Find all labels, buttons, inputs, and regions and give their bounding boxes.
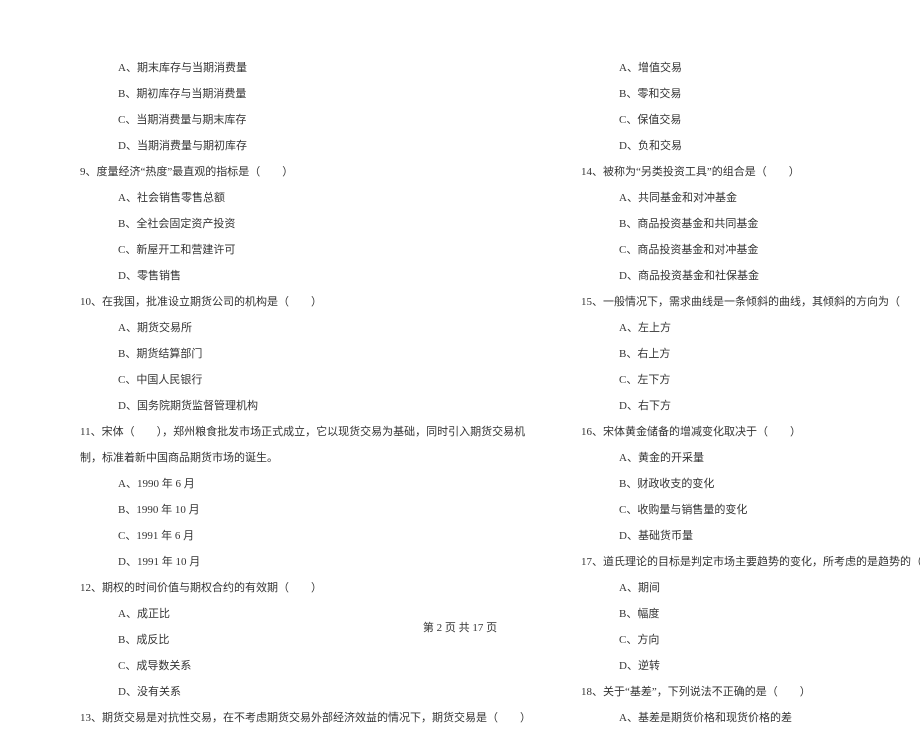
q13-option-a: A、增值交易 — [561, 55, 920, 81]
q16-option-b: B、财政收支的变化 — [561, 471, 920, 497]
page-footer: 第 2 页 共 17 页 — [0, 619, 920, 635]
q14-option-c: C、商品投资基金和对冲基金 — [561, 237, 920, 263]
q9-stem: 9、度量经济“热度”最直观的指标是（ ） — [60, 159, 531, 185]
q8-option-a: A、期末库存与当期消费量 — [60, 55, 531, 81]
q8-option-b: B、期初库存与当期消费量 — [60, 81, 531, 107]
q17-option-a: A、期间 — [561, 575, 920, 601]
q8-option-d: D、当期消费量与期初库存 — [60, 133, 531, 159]
q16-option-c: C、收购量与销售量的变化 — [561, 497, 920, 523]
q16-stem: 16、宋体黄金储备的增减变化取决于（ ） — [561, 419, 920, 445]
q13-option-c: C、保值交易 — [561, 107, 920, 133]
q9-option-c: C、新屋开工和营建许可 — [60, 237, 531, 263]
q10-stem: 10、在我国，批准设立期货公司的机构是（ ） — [60, 289, 531, 315]
q11-option-c: C、1991 年 6 月 — [60, 523, 531, 549]
q9-option-d: D、零售销售 — [60, 263, 531, 289]
q11-option-a: A、1990 年 6 月 — [60, 471, 531, 497]
q15-option-c: C、左下方 — [561, 367, 920, 393]
q14-option-b: B、商品投资基金和共同基金 — [561, 211, 920, 237]
q9-option-a: A、社会销售零售总额 — [60, 185, 531, 211]
q15-option-d: D、右下方 — [561, 393, 920, 419]
q17-option-d: D、逆转 — [561, 653, 920, 679]
q12-option-c: C、成导数关系 — [60, 653, 531, 679]
q8-option-c: C、当期消费量与期末库存 — [60, 107, 531, 133]
q13-stem: 13、期货交易是对抗性交易，在不考虑期货交易外部经济效益的情况下，期货交易是（ … — [60, 705, 531, 731]
q9-option-b: B、全社会固定资产投资 — [60, 211, 531, 237]
q16-option-d: D、基础货币量 — [561, 523, 920, 549]
q17-stem: 17、道氏理论的目标是判定市场主要趋势的变化，所考虑的是趋势的（ ） — [561, 549, 920, 575]
q13-option-d: D、负和交易 — [561, 133, 920, 159]
q12-option-d: D、没有关系 — [60, 679, 531, 705]
q18-option-a: A、基差是期货价格和现货价格的差 — [561, 705, 920, 731]
q11-option-b: B、1990 年 10 月 — [60, 497, 531, 523]
q10-option-d: D、国务院期货监督管理机构 — [60, 393, 531, 419]
q15-option-b: B、右上方 — [561, 341, 920, 367]
q14-option-d: D、商品投资基金和社保基金 — [561, 263, 920, 289]
q11-stem-line2: 制，标准着新中国商品期货市场的诞生。 — [60, 445, 531, 471]
q13-option-b: B、零和交易 — [561, 81, 920, 107]
q11-option-d: D、1991 年 10 月 — [60, 549, 531, 575]
q10-option-b: B、期货结算部门 — [60, 341, 531, 367]
q14-stem: 14、被称为“另类投资工具”的组合是（ ） — [561, 159, 920, 185]
q10-option-a: A、期货交易所 — [60, 315, 531, 341]
q12-stem: 12、期权的时间价值与期权合约的有效期（ ） — [60, 575, 531, 601]
q16-option-a: A、黄金的开采量 — [561, 445, 920, 471]
q11-stem-line1: 11、宋体（ ），郑州粮食批发市场正式成立，它以现货交易为基础，同时引入期货交易… — [60, 419, 531, 445]
q15-option-a: A、左上方 — [561, 315, 920, 341]
q10-option-c: C、中国人民银行 — [60, 367, 531, 393]
q18-stem: 18、关于“基差”，下列说法不正确的是（ ） — [561, 679, 920, 705]
q15-stem: 15、一般情况下，需求曲线是一条倾斜的曲线，其倾斜的方向为（ ） — [561, 289, 920, 315]
q14-option-a: A、共同基金和对冲基金 — [561, 185, 920, 211]
